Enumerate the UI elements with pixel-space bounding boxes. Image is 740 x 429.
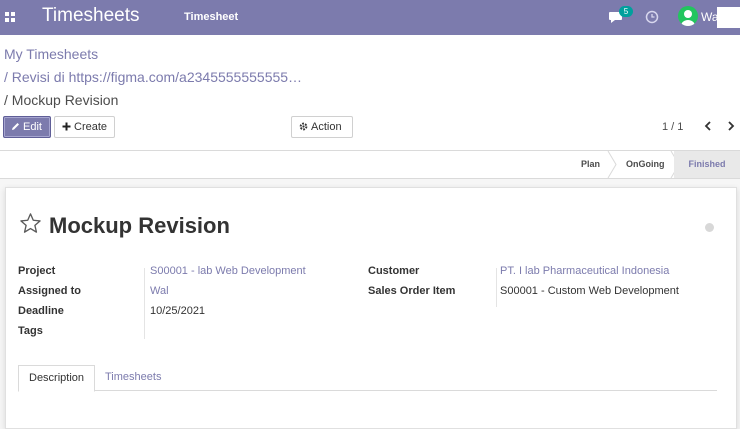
app-title[interactable]: Timesheets [42,5,140,27]
stage-finished[interactable]: Finished [674,151,740,178]
project-label: Project [18,265,56,277]
tab-description[interactable]: Description [18,365,96,392]
plus-icon [62,122,71,131]
kanban-state-dot[interactable] [705,223,714,232]
edit-button[interactable]: Edit [3,116,51,138]
stage-ongoing[interactable]: OnGoing [626,151,665,178]
record-title[interactable]: Mockup Revision [49,213,230,239]
stage-separator [607,151,617,178]
breadcrumb-root[interactable]: My Timesheets [4,46,98,62]
customer-value[interactable]: PT. I lab Pharmaceutical Indonesia [500,265,669,277]
user-avatar[interactable] [678,6,698,26]
control-panel: My Timesheets / Revisi di https://figma.… [0,35,740,151]
form-sheet: Mockup Revision Project S00001 - lab Web… [5,187,737,429]
pager-value[interactable]: 1 / 1 [662,121,683,133]
gear-icon [299,122,308,131]
menu-item-timesheet[interactable]: Timesheet [184,11,238,23]
edit-button-label: Edit [23,121,42,133]
create-button[interactable]: Create [54,116,115,138]
message-count-badge: 5 [619,6,633,17]
deadline-label: Deadline [18,305,64,317]
chevron-left-icon[interactable] [701,119,715,133]
customer-label: Customer [368,265,420,277]
assigned-label: Assigned to [18,285,81,297]
breadcrumb-current: / Mockup Revision [4,92,119,108]
deadline-value[interactable]: 10/25/2021 [150,305,205,317]
chevron-right-icon[interactable] [724,119,738,133]
stage-plan[interactable]: Plan [581,151,600,178]
field-separator [496,268,497,307]
pencil-icon [12,123,19,130]
star-icon[interactable] [19,212,42,235]
sales-order-item-value[interactable]: S00001 - Custom Web Development [500,285,679,297]
assigned-value[interactable]: Wal [150,285,169,297]
sales-order-item-label: Sales Order Item [368,285,456,297]
top-navbar: Timesheets Timesheet 5 Wal [0,0,740,35]
stage-statusbar: Plan OnGoing Finished [0,151,740,179]
field-separator [144,268,145,339]
tab-timesheets[interactable]: Timesheets [95,365,171,390]
tabs-divider [19,390,717,391]
action-button[interactable]: Action [291,116,353,138]
clock-icon[interactable] [645,10,659,24]
apps-icon[interactable] [5,12,15,22]
tags-label: Tags [18,325,43,337]
create-button-label: Create [74,121,108,133]
redacted-user-area [717,7,740,28]
action-button-label: Action [311,121,342,133]
project-value[interactable]: S00001 - lab Web Development [150,265,306,277]
breadcrumb-parent[interactable]: / Revisi di https://figma.com/a234555555… [4,69,302,85]
